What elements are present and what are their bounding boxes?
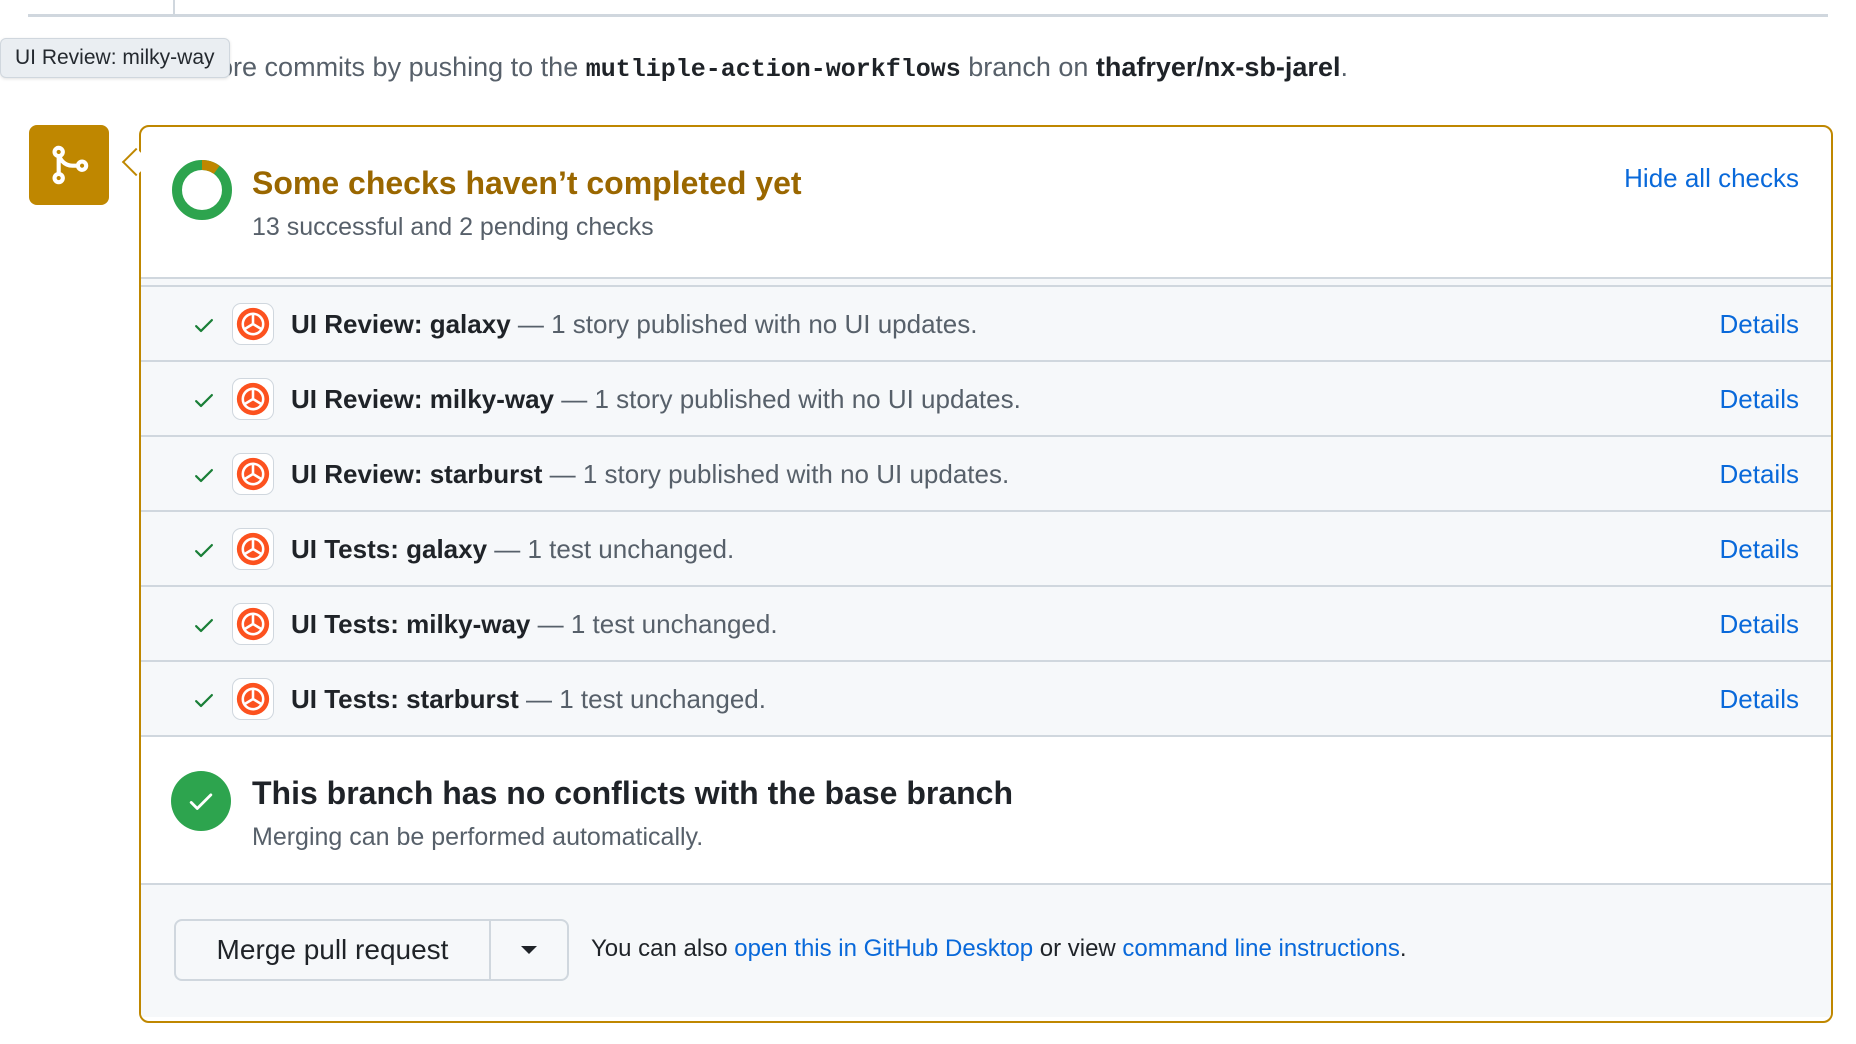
check-description: — 1 story published with no UI updates. [554,384,1021,414]
check-name: UI Review: milky-way [291,384,554,414]
branch-name: mutliple-action-workflows [585,55,961,84]
check-description: — 1 test unchanged. [530,609,778,639]
details-link[interactable]: Details [1720,309,1799,340]
push-instructions: Add more commits by pushing to the mutli… [140,52,1348,84]
hide-all-checks-link[interactable]: Hide all checks [1624,163,1799,194]
checks-status-title: Some checks haven’t completed yet [252,165,802,201]
check-row: UI Tests: galaxy — 1 test unchanged. Det… [141,512,1831,587]
details-link[interactable]: Details [1720,684,1799,715]
check-description: — 1 story published with no UI updates. [510,309,978,339]
check-name: UI Tests: milky-way [291,609,531,639]
details-link[interactable]: Details [1720,609,1799,640]
chromatic-icon [232,603,274,645]
timeline-line [173,0,175,14]
separator [141,277,1831,287]
checks-status-subtitle: 13 successful and 2 pending checks [252,213,654,241]
check-description: — 1 story published with no UI updates. [542,459,1010,489]
check-row: UI Tests: starburst — 1 test unchanged. … [141,662,1831,737]
check-row: UI Tests: milky-way — 1 test unchanged. … [141,587,1831,662]
checks-list: UI Review: galaxy — 1 story published wi… [141,287,1831,737]
check-description: — 1 test unchanged. [487,534,735,564]
open-in-desktop-link[interactable]: open this in GitHub Desktop [734,935,1033,962]
check-row: UI Review: milky-way — 1 story published… [141,362,1831,437]
check-row: UI Review: starburst — 1 story published… [141,437,1831,512]
chromatic-icon [232,378,274,420]
chromatic-icon [232,678,274,720]
check-row: UI Review: galaxy — 1 story published wi… [141,287,1831,362]
check-name: UI Tests: galaxy [291,534,488,564]
details-link[interactable]: Details [1720,459,1799,490]
check-icon [195,469,213,483]
chromatic-icon [232,528,274,570]
repo-name: thafryer/nx-sb-jarel [1095,52,1341,82]
check-icon [195,619,213,633]
merge-area: Merge pull request You can also open thi… [141,885,1831,1017]
merge-status-box: Some checks haven’t completed yet 13 suc… [139,125,1833,1023]
git-merge-icon [29,125,109,205]
chromatic-icon [232,453,274,495]
check-name: UI Tests: starburst [291,684,519,714]
conflict-status: This branch has no conflicts with the ba… [141,737,1831,885]
details-link[interactable]: Details [1720,384,1799,415]
merge-alternatives: You can also open this in GitHub Desktop… [591,935,1407,962]
progress-ring-icon [172,160,232,220]
check-icon [195,694,213,708]
merge-button-group: Merge pull request [174,919,569,981]
conflict-title: This branch has no conflicts with the ba… [252,775,1014,811]
tooltip: UI Review: milky-way [0,38,230,78]
chromatic-icon [232,303,274,345]
merge-pull-request-button[interactable]: Merge pull request [176,921,491,979]
check-description: — 1 test unchanged. [518,684,766,714]
divider [28,14,1828,17]
details-link[interactable]: Details [1720,534,1799,565]
check-icon [195,544,213,558]
check-icon [195,394,213,408]
check-name: UI Review: galaxy [291,309,511,339]
check-circle-icon [171,771,231,831]
checks-summary: Some checks haven’t completed yet 13 suc… [141,127,1831,277]
conflict-subtitle: Merging can be performed automatically. [252,823,704,851]
merge-method-dropdown[interactable] [491,921,567,979]
command-line-instructions-link[interactable]: command line instructions [1122,935,1399,962]
check-name: UI Review: starburst [291,459,543,489]
check-icon [195,319,213,333]
triangle-down-icon [521,946,537,954]
